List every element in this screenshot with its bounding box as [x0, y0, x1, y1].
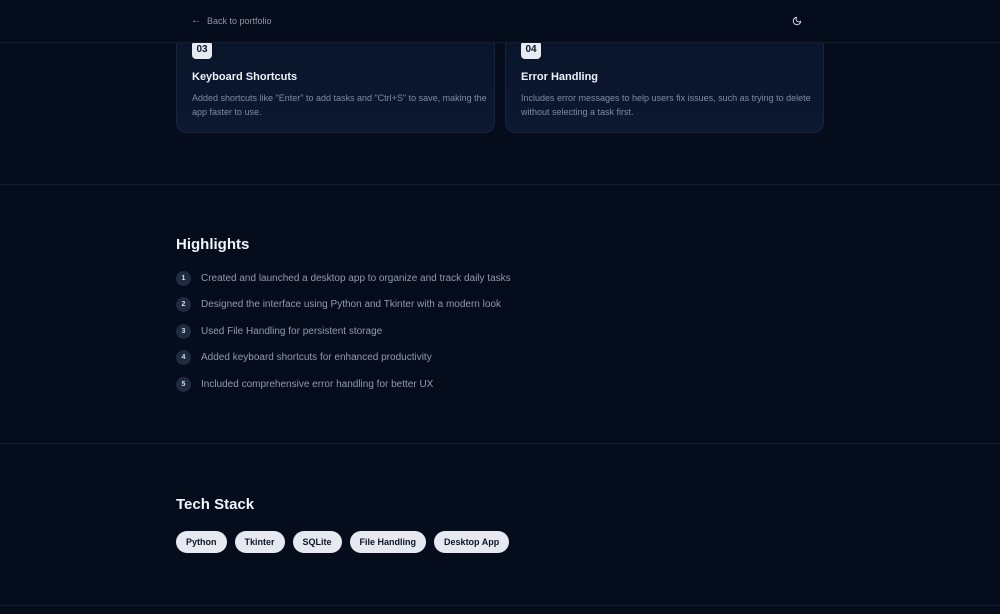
tech-chip-file-handling[interactable]: File Handling: [349, 531, 427, 553]
number-badge: 5: [176, 376, 191, 392]
tech-stack-chips: Python Tkinter SQLite File Handling Desk…: [176, 531, 510, 553]
top-header: ← Back to portfolio: [0, 0, 1000, 43]
back-to-portfolio-link[interactable]: ← Back to portfolio: [191, 14, 272, 28]
tech-chip-tkinter[interactable]: Tkinter: [234, 531, 285, 553]
list-item: 1 Created and launched a desktop app to …: [176, 270, 511, 286]
feature-number-badge: 04: [521, 41, 541, 59]
feature-number-badge: 03: [192, 41, 212, 59]
tech-stack-heading: Tech Stack: [176, 496, 255, 513]
highlight-text: Used File Handling for persistent storag…: [201, 325, 383, 337]
highlights-heading: Highlights: [176, 236, 250, 253]
list-item: 3 Used File Handling for persistent stor…: [176, 323, 511, 339]
highlight-text: Included comprehensive error handling fo…: [201, 378, 434, 390]
project-detail-page: 03 Keyboard Shortcuts Added shortcuts li…: [0, 0, 1000, 614]
tech-chip-python[interactable]: Python: [176, 531, 227, 553]
arrow-left-icon: ←: [191, 15, 201, 26]
list-item: 4 Added keyboard shortcuts for enhanced …: [176, 350, 511, 366]
tech-chip-desktop-app[interactable]: Desktop App: [434, 531, 510, 553]
tech-chip-sqlite[interactable]: SQLite: [292, 531, 342, 553]
moon-icon: [792, 16, 802, 26]
highlight-text: Designed the interface using Python and …: [201, 299, 501, 311]
highlights-list: 1 Created and launched a desktop app to …: [176, 270, 511, 403]
list-item: 5 Included comprehensive error handling …: [176, 376, 511, 392]
highlight-text: Created and launched a desktop app to or…: [201, 272, 511, 284]
feature-title: Error Handling: [521, 71, 599, 83]
back-link-label: Back to portfolio: [207, 16, 272, 26]
highlight-text: Added keyboard shortcuts for enhanced pr…: [201, 352, 432, 364]
feature-description: Added shortcuts like "Enter" to add task…: [192, 93, 487, 117]
section-divider: [0, 443, 1000, 444]
feature-title: Keyboard Shortcuts: [192, 71, 298, 83]
number-badge: 4: [176, 350, 191, 366]
number-badge: 2: [176, 297, 191, 313]
theme-toggle-button[interactable]: [786, 10, 808, 32]
number-badge: 1: [176, 270, 191, 286]
feature-description: Includes error messages to help users fi…: [521, 93, 811, 117]
section-divider: [0, 605, 1000, 606]
list-item: 2 Designed the interface using Python an…: [176, 297, 511, 313]
number-badge: 3: [176, 323, 191, 339]
section-divider: [0, 184, 1000, 185]
